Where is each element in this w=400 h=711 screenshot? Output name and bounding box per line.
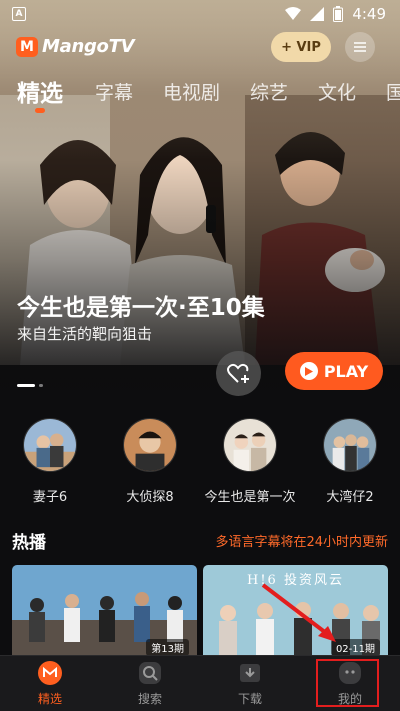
nav-label: 精选: [37, 692, 62, 706]
download-icon: [240, 664, 260, 682]
vip-button[interactable]: + VIP: [271, 32, 331, 62]
logo-mark: M: [16, 36, 38, 57]
show-avatar: [223, 418, 277, 472]
tab-more[interactable]: 国: [386, 78, 400, 105]
show-avatar: [323, 418, 377, 472]
shortcut-label: 妻子6: [32, 490, 68, 505]
active-tab-indicator: [35, 108, 45, 113]
shortcut-item[interactable]: 大侦探8: [100, 418, 200, 505]
shortcut-item[interactable]: 大湾仔2: [300, 418, 400, 505]
pager-dot: [39, 384, 43, 387]
video-card[interactable]: 第13期: [12, 565, 197, 660]
tab-tv-series[interactable]: 电视剧: [163, 78, 220, 105]
mango-home-icon: [38, 661, 62, 685]
logo-text: MangoTV: [42, 36, 135, 57]
nav-download[interactable]: 下载: [200, 656, 300, 711]
shortcut-item[interactable]: 今生也是第一次: [200, 418, 300, 505]
shortcut-label: 大湾仔2: [326, 490, 374, 505]
favorite-button[interactable]: [216, 351, 261, 396]
hot-section-header: 热播 多语言字幕将在24小时内更新: [12, 528, 388, 553]
nav-label: 搜索: [137, 692, 162, 706]
channel-tabs: 精选 字幕 电视剧 综艺 文化 国: [0, 74, 400, 114]
tab-featured[interactable]: 精选: [17, 74, 63, 108]
shortcut-label: 大侦探8: [126, 490, 174, 505]
signal-icon: [310, 7, 325, 21]
hero-title: 今生也是第一次·至10集: [17, 295, 265, 321]
subtitle-update-notice: 多语言字幕将在24小时内更新: [215, 535, 388, 550]
play-label: PLAY: [323, 361, 369, 381]
section-title: 热播: [12, 533, 46, 553]
category-menu-button[interactable]: [345, 32, 375, 62]
annotation-highlight-box: [316, 659, 379, 707]
tab-subtitles[interactable]: 字幕: [95, 78, 133, 105]
hero-subtitle: 来自生活的靶向狙击: [17, 325, 153, 343]
tab-variety[interactable]: 综艺: [250, 78, 288, 105]
nav-label: 下载: [237, 692, 262, 706]
show-shortcut-row: 妻子6 大侦探8 今生也是第一次 大湾仔2: [0, 418, 400, 508]
notification-a-icon: A: [12, 7, 26, 21]
show-avatar: [123, 418, 177, 472]
search-icon: [139, 662, 161, 684]
shortcut-item[interactable]: 妻子6: [0, 418, 100, 505]
nav-search[interactable]: 搜索: [100, 656, 200, 711]
carousel-pager: [17, 384, 43, 387]
shortcut-label: 今生也是第一次: [204, 490, 296, 505]
mangotv-logo: M MangoTV: [16, 36, 135, 57]
heart-plus-icon: [226, 363, 249, 383]
wifi-icon: [285, 7, 302, 20]
nav-featured[interactable]: 精选: [0, 656, 100, 711]
play-button[interactable]: PLAY: [285, 352, 383, 390]
menu-lines-icon: [354, 42, 366, 52]
annotation-arrow: [261, 583, 336, 642]
pager-dot-active: [17, 384, 35, 387]
episode-badge: 第13期: [146, 639, 189, 656]
status-bar: A 4:49: [0, 0, 400, 28]
battery-icon: [333, 6, 344, 22]
status-time: 4:49: [352, 5, 386, 23]
show-avatar: [23, 418, 77, 472]
top-bar: M MangoTV + VIP: [0, 30, 400, 66]
tab-culture[interactable]: 文化: [318, 78, 356, 105]
play-icon: [299, 362, 318, 380]
